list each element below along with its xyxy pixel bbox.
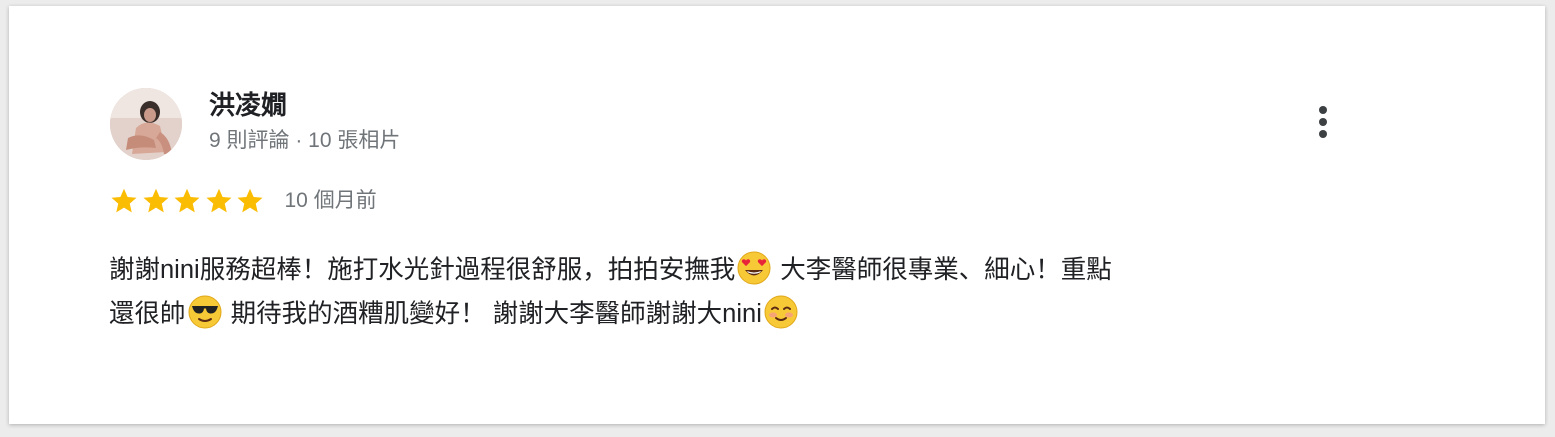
- review-text-segment: 大李醫師很專業、細心！重點: [773, 256, 1112, 284]
- review-text-segment: 還很帥: [109, 300, 186, 328]
- rating-row: 10 個月前: [109, 184, 377, 218]
- more-options-button[interactable]: [1307, 100, 1339, 144]
- star-icon: [143, 188, 168, 213]
- star-rating: [109, 186, 267, 216]
- review-line: 還很帥 期待我的酒糟肌變好！ 謝謝大李醫師謝謝大nini: [109, 292, 1349, 336]
- heart-eyes-emoji-icon: [737, 251, 771, 285]
- review-text: 謝謝nini服務超棒！施打水光針過程很舒服，拍拍安撫我 大李醫師很專業、細心！重…: [109, 248, 1349, 336]
- review-line: 謝謝nini服務超棒！施打水光針過程很舒服，拍拍安撫我 大李醫師很專業、細心！重…: [109, 248, 1349, 292]
- review-card: 洪凌嫺 9 則評論 · 10 張相片 10 個月前 謝謝nini服務超棒！施打水…: [9, 6, 1545, 424]
- star-icon: [111, 188, 137, 213]
- star-icon: [174, 188, 200, 213]
- reviewer-meta[interactable]: 9 則評論 · 10 張相片: [209, 126, 400, 156]
- blushing-emoji-icon: [764, 295, 798, 329]
- star-icon: [237, 188, 263, 213]
- sunglasses-emoji-icon: [188, 295, 222, 329]
- more-vert-icon: [1319, 106, 1327, 114]
- review-date: 10 個月前: [284, 189, 377, 212]
- review-text-segment: 期待我的酒糟肌變好！ 謝謝大李醫師謝謝大nini: [223, 300, 762, 328]
- avatar[interactable]: [110, 88, 182, 160]
- review-text-segment: 謝謝nini服務超棒！施打水光針過程很舒服，拍拍安撫我: [109, 256, 736, 284]
- reviewer-name[interactable]: 洪凌嫺: [209, 88, 287, 122]
- star-icon: [206, 188, 231, 213]
